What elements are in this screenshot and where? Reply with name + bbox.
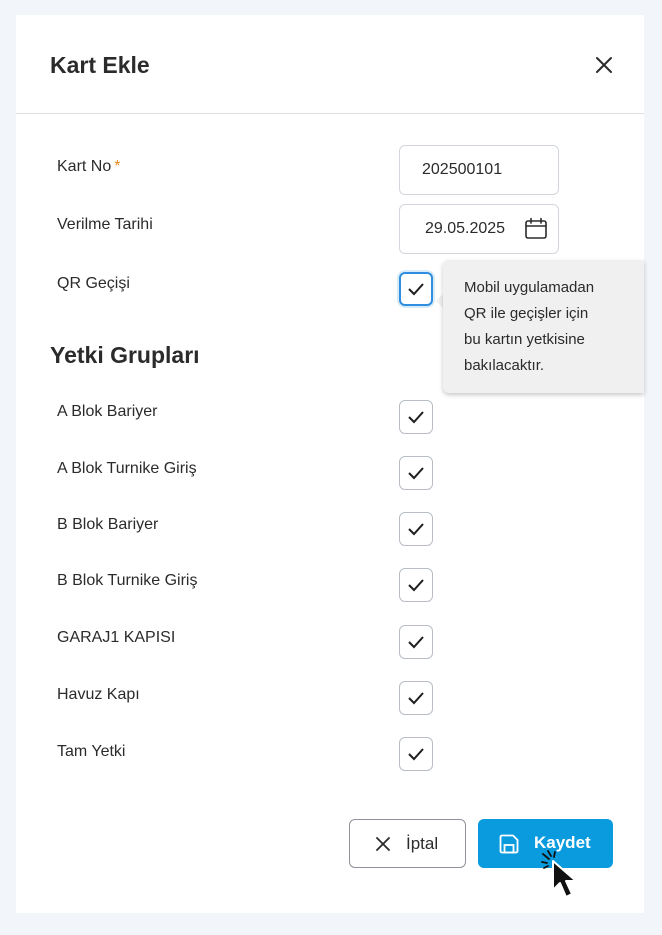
permission-label-tam-yetki: Tam Yetki <box>57 743 126 760</box>
permission-checkbox-a-blok-turnike[interactable] <box>399 456 433 490</box>
permission-checkbox-a-blok-bariyer[interactable] <box>399 400 433 434</box>
close-icon <box>376 837 390 851</box>
tooltip-line: bakılacaktır. <box>464 357 545 374</box>
permission-label-garaj1-kapisi: GARAJ1 KAPISI <box>57 629 176 646</box>
permission-label-b-blok-bariyer: B Blok Bariyer <box>57 516 159 533</box>
mouse-cursor-icon <box>541 850 577 898</box>
check-icon <box>408 523 424 536</box>
card-no-input[interactable]: 202500101 <box>399 145 559 195</box>
permission-label-b-blok-turnike: B Blok Turnike Giriş <box>57 572 198 589</box>
issue-date-label: Verilme Tarihi <box>57 216 153 233</box>
check-icon <box>408 411 424 424</box>
card-no-label: Kart No * <box>57 158 121 175</box>
permission-checkbox-b-blok-turnike[interactable] <box>399 568 433 602</box>
dialog-header: Kart Ekle <box>16 15 644 114</box>
check-icon <box>408 748 424 761</box>
cancel-button[interactable]: İptal <box>349 819 466 868</box>
check-icon <box>408 636 424 649</box>
check-icon <box>408 692 424 705</box>
check-icon <box>408 283 424 296</box>
permission-label-havuz-kapi: Havuz Kapı <box>57 686 140 703</box>
dialog-title: Kart Ekle <box>50 52 150 78</box>
check-icon <box>408 467 424 480</box>
issue-date-input[interactable]: 29.05.2025 <box>399 204 559 254</box>
add-card-dialog: Kart Ekle Kart No * 202500101 Verilme Tar… <box>16 15 644 913</box>
permission-checkbox-havuz-kapi[interactable] <box>399 681 433 715</box>
permission-label-a-blok-turnike: A Blok Turnike Giriş <box>57 460 197 477</box>
close-icon <box>596 57 612 73</box>
permission-checkbox-b-blok-bariyer[interactable] <box>399 512 433 546</box>
save-icon <box>499 834 519 854</box>
permission-checkbox-garaj1-kapisi[interactable] <box>399 625 433 659</box>
permission-label-a-blok-bariyer: A Blok Bariyer <box>57 403 158 420</box>
tooltip-line: bu kartın yetkisine <box>464 331 585 348</box>
tooltip-line: Mobil uygulamadan <box>464 279 595 296</box>
qr-pass-checkbox[interactable] <box>399 272 433 306</box>
cancel-button-label: İptal <box>406 834 439 853</box>
qr-pass-label: QR Geçişi <box>57 275 130 292</box>
issue-date-value: 29.05.2025 <box>425 220 506 237</box>
permission-groups-title: Yetki Grupları <box>50 342 200 368</box>
tooltip-line: QR ile geçişler için <box>464 305 589 322</box>
required-mark: * <box>114 158 121 175</box>
permission-checkbox-tam-yetki[interactable] <box>399 737 433 771</box>
check-icon <box>408 579 424 592</box>
qr-pass-tooltip: Mobil uygulamadan QR ile geçişler için b… <box>443 260 644 393</box>
close-button[interactable] <box>592 53 616 77</box>
calendar-icon[interactable] <box>524 217 548 241</box>
